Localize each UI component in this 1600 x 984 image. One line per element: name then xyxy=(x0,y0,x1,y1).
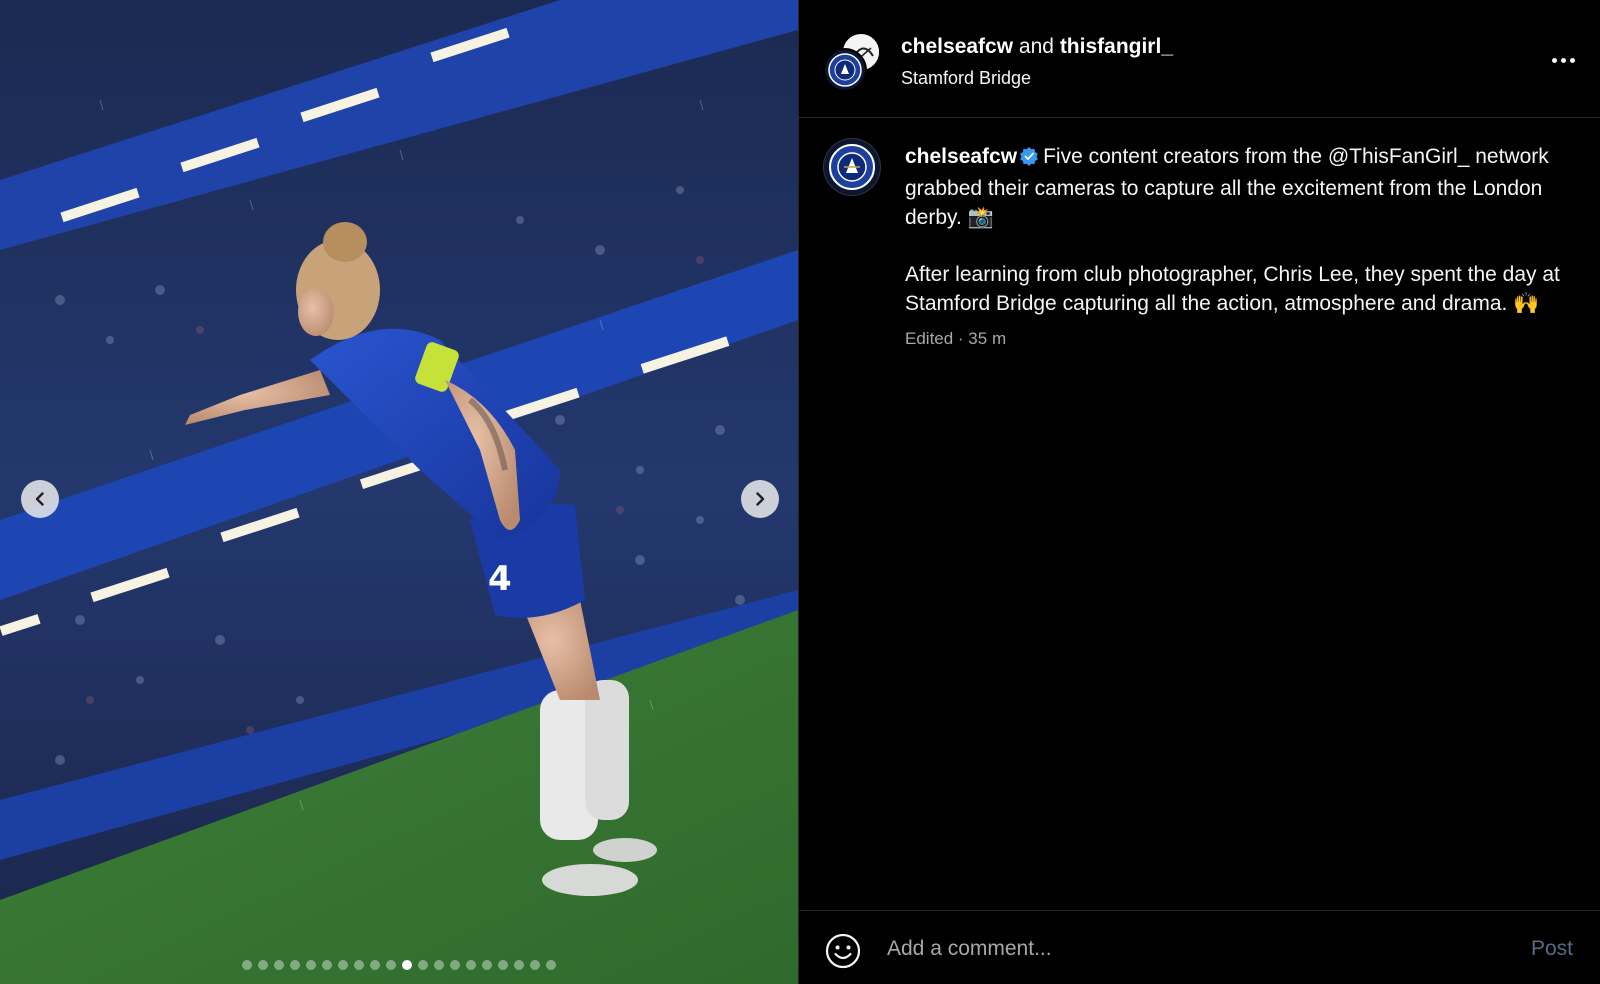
carousel-dot xyxy=(242,960,252,970)
comment-input[interactable] xyxy=(887,929,1487,969)
post-meta-edited-time: Edited · 35 m xyxy=(905,329,1007,348)
carousel-dot xyxy=(530,960,540,970)
more-options-button[interactable] xyxy=(1545,48,1581,72)
next-slide-button[interactable] xyxy=(741,480,779,518)
caption-paragraph-2: After learning from club photographer, C… xyxy=(905,263,1560,315)
caption-body: chelseafcw Five content creators from the… xyxy=(905,142,1565,350)
chelseafcw-avatar xyxy=(823,48,867,92)
location-link[interactable]: Stamford Bridge xyxy=(901,66,1173,90)
carousel-dot xyxy=(418,960,428,970)
chelsea-crest-icon xyxy=(828,53,862,87)
caption-avatar[interactable] xyxy=(823,138,881,196)
header-authors: chelseafcw and thisfangirl_ xyxy=(901,34,1173,60)
more-horizontal-icon xyxy=(1551,57,1557,63)
carousel-indicator xyxy=(0,960,798,970)
carousel-dot xyxy=(274,960,284,970)
caption-paragraph-1: chelseafcw Five content creators from the… xyxy=(905,142,1565,232)
post-media[interactable]: 4 xyxy=(0,0,798,984)
chelsea-crest-icon xyxy=(829,144,875,190)
chevron-left-icon xyxy=(35,492,44,506)
carousel-dot-active xyxy=(402,960,412,970)
carousel-dot xyxy=(370,960,380,970)
carousel-dot xyxy=(338,960,348,970)
carousel-dot xyxy=(434,960,444,970)
carousel-dot xyxy=(258,960,268,970)
post-side-panel: chelseafcw and thisfangirl_ Stamford Bri… xyxy=(798,0,1600,984)
emoji-picker-button[interactable] xyxy=(825,933,861,969)
header-text: chelseafcw and thisfangirl_ Stamford Bri… xyxy=(901,34,1173,90)
post-photo: 4 xyxy=(0,0,798,984)
collaborator-username[interactable]: thisfangirl_ xyxy=(1060,35,1173,58)
comment-bar: Post xyxy=(799,910,1600,984)
carousel-dot xyxy=(306,960,316,970)
caption-username[interactable]: chelseafcw xyxy=(905,145,1017,168)
carousel-dot xyxy=(322,960,332,970)
carousel-dot xyxy=(354,960,364,970)
verified-badge-icon xyxy=(1019,145,1039,174)
carousel-dot xyxy=(466,960,476,970)
chevron-right-icon xyxy=(756,492,765,506)
carousel-dot xyxy=(386,960,396,970)
smiley-icon xyxy=(825,933,861,969)
svg-text:4: 4 xyxy=(488,559,512,599)
collab-avatars[interactable] xyxy=(823,30,881,92)
post-comment-button[interactable]: Post xyxy=(1531,937,1573,961)
author-username[interactable]: chelseafcw xyxy=(901,35,1013,58)
carousel-dot xyxy=(450,960,460,970)
carousel-dot xyxy=(290,960,300,970)
carousel-dot xyxy=(546,960,556,970)
carousel-dot xyxy=(498,960,508,970)
post-header: chelseafcw and thisfangirl_ Stamford Bri… xyxy=(799,0,1600,118)
previous-slide-button[interactable] xyxy=(21,480,59,518)
carousel-dot xyxy=(482,960,492,970)
author-connector: and xyxy=(1018,35,1054,58)
carousel-dot xyxy=(514,960,524,970)
